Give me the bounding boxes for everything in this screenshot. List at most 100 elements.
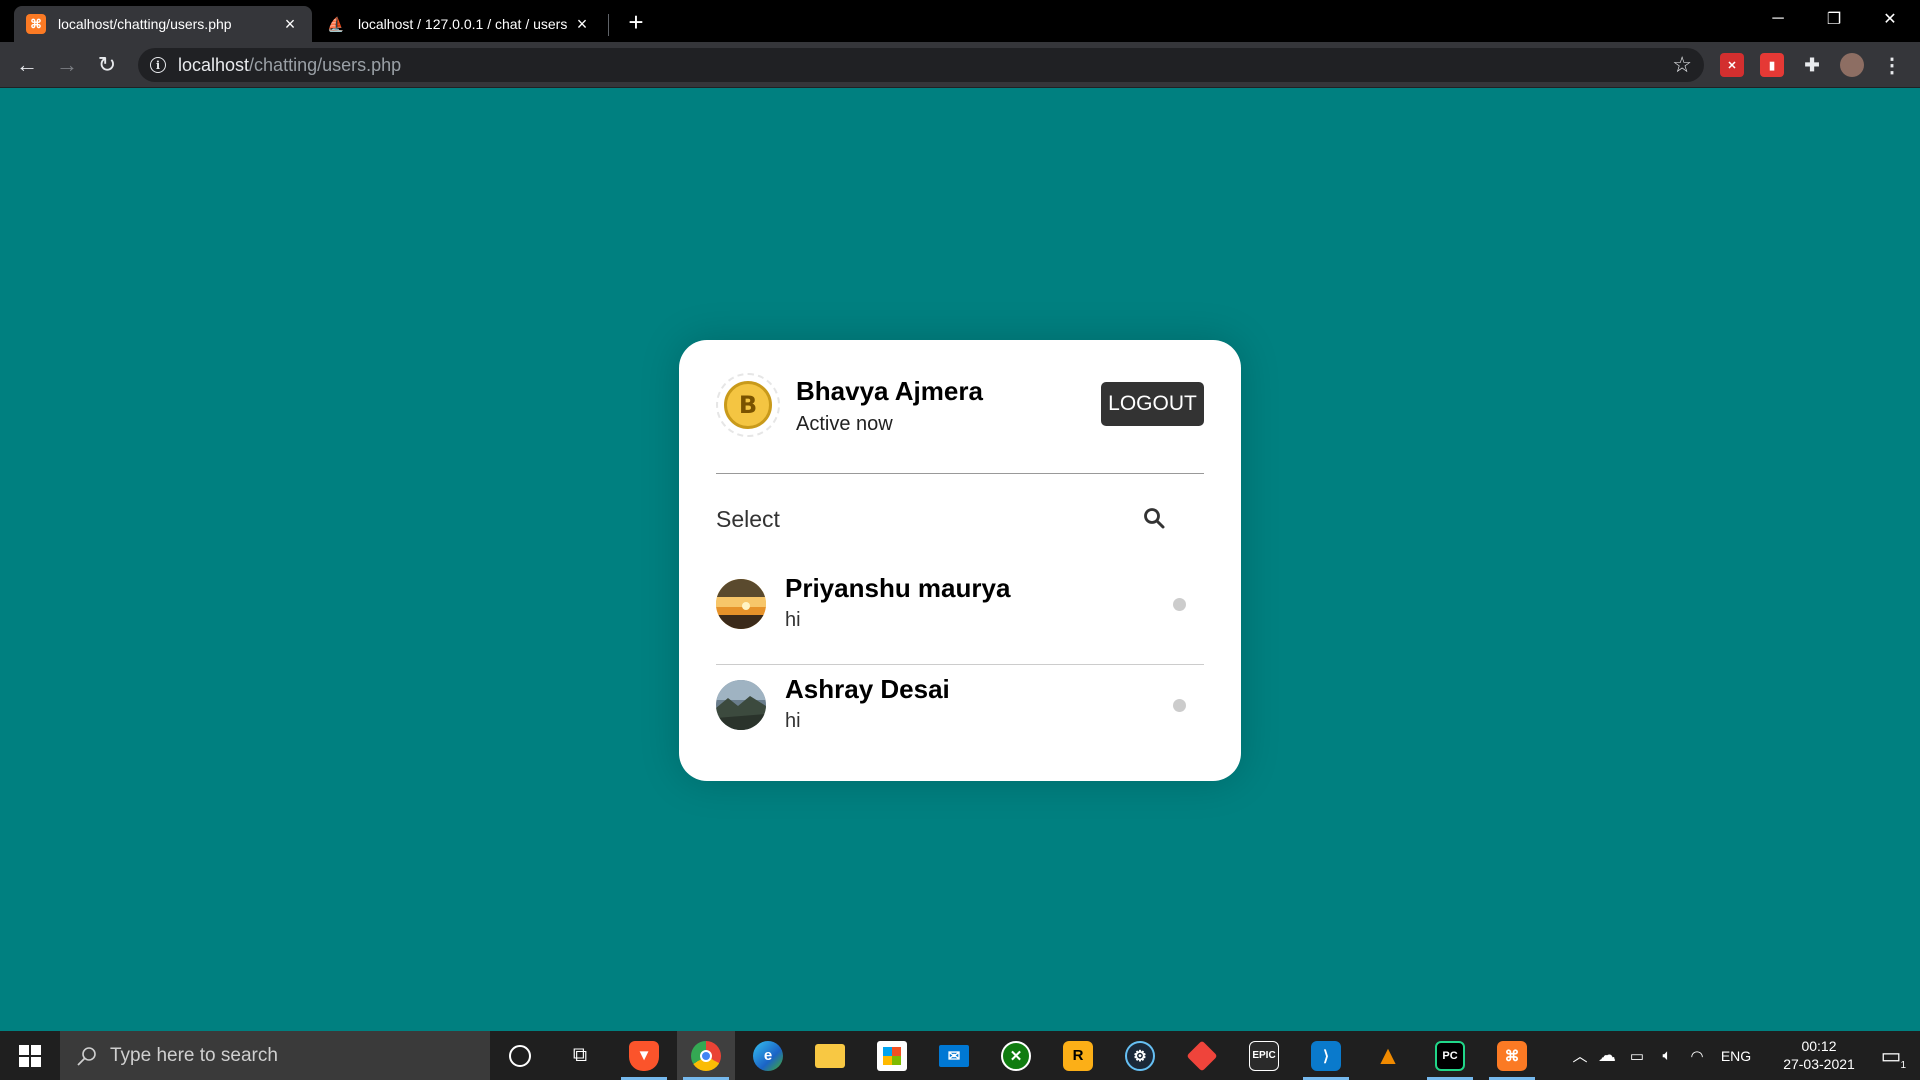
taskbar-anydesk[interactable] xyxy=(1173,1031,1231,1080)
offline-status-dot xyxy=(1173,699,1186,712)
landscape-avatar-image xyxy=(716,680,766,730)
avatar: B xyxy=(716,373,780,437)
current-user-header: B Bhavya Ajmera Active now LOGOUT xyxy=(716,373,1204,474)
current-user-status: Active now xyxy=(796,413,893,435)
taskbar-mail[interactable]: ✉ xyxy=(925,1031,983,1080)
more-menu-icon[interactable]: ⋮ xyxy=(1880,53,1904,77)
forward-button[interactable]: → xyxy=(52,50,82,80)
extensions-puzzle-icon[interactable]: ✚ xyxy=(1800,53,1824,77)
taskbar-rockstar[interactable]: R xyxy=(1049,1031,1107,1080)
mail-envelope-icon: ✉ xyxy=(939,1044,969,1067)
cortana-button[interactable] xyxy=(491,1031,549,1080)
close-tab-icon[interactable]: × xyxy=(572,14,592,34)
phpmyadmin-icon: ⛵ xyxy=(327,15,345,32)
taskbar-steam[interactable]: ⚙ xyxy=(1111,1031,1169,1080)
xbox-icon: ✕ xyxy=(1001,1040,1031,1071)
taskbar-vscode[interactable]: ⟩ xyxy=(1297,1031,1355,1080)
avatar xyxy=(716,579,766,629)
clock[interactable]: 00:12 27-03-2021 xyxy=(1774,1037,1864,1073)
task-view-icon: ⧉ xyxy=(572,1044,588,1066)
edge-icon: e xyxy=(753,1040,783,1071)
battery-icon[interactable]: ▭ xyxy=(1622,1047,1652,1065)
user-list-item[interactable]: Priyanshu maurya hi xyxy=(716,564,1204,665)
url-text: localhost/chatting/users.php xyxy=(178,55,401,76)
user-name: Priyanshu maurya xyxy=(785,573,1011,603)
xampp-icon: ⌘ xyxy=(1497,1040,1527,1071)
xampp-icon: ⌘ xyxy=(26,14,46,34)
restore-button[interactable]: ❐ xyxy=(1806,0,1862,38)
show-hidden-icons-chevron-icon[interactable]: ︿ xyxy=(1568,1045,1592,1066)
onedrive-cloud-icon[interactable]: ☁ xyxy=(1592,1045,1622,1066)
tab-chatting-users[interactable]: ⌘ localhost/chatting/users.php × xyxy=(14,6,312,42)
windows-taskbar: Type here to search ⧉ ▼ e ✉ ✕ R ⚙ EPIC ⟩… xyxy=(0,1031,1920,1080)
office-extension-icon[interactable]: ▮ xyxy=(1760,53,1784,77)
taskbar-epic-games[interactable]: EPIC xyxy=(1235,1031,1293,1080)
rockstar-icon: R xyxy=(1063,1040,1093,1071)
avatar xyxy=(716,680,766,730)
tab-phpmyadmin[interactable]: ⛵ localhost / 127.0.0.1 / chat / users |… xyxy=(314,6,604,42)
back-button[interactable]: ← xyxy=(12,50,42,80)
vscode-icon: ⟩ xyxy=(1311,1040,1341,1071)
taskbar-xampp[interactable]: ⌘ xyxy=(1483,1031,1541,1080)
users-list: Priyanshu maurya hi Ashray Desai hi xyxy=(716,564,1204,766)
task-view-button[interactable]: ⧉ xyxy=(551,1031,609,1080)
volume-icon[interactable]: 🔈︎ xyxy=(1652,1047,1682,1064)
taskbar-file-explorer[interactable] xyxy=(801,1031,859,1080)
tab-title: localhost / 127.0.0.1 / chat / users | p… xyxy=(358,16,572,32)
store-bag-icon xyxy=(877,1040,907,1071)
users-card: B Bhavya Ajmera Active now LOGOUT Select xyxy=(679,340,1241,781)
tab-separator xyxy=(608,14,609,36)
language-indicator[interactable]: ENG xyxy=(1712,1048,1760,1064)
sunset-avatar-image xyxy=(716,579,766,629)
address-bar[interactable]: i localhost/chatting/users.php ☆ xyxy=(138,48,1704,82)
close-window-button[interactable]: ✕ xyxy=(1862,0,1918,38)
epic-games-icon: EPIC xyxy=(1249,1040,1279,1071)
taskbar-vlc[interactable]: ▲ xyxy=(1359,1031,1417,1080)
steam-icon: ⚙ xyxy=(1125,1040,1155,1071)
search-bar: Select xyxy=(716,500,1204,540)
reload-button[interactable]: ↻ xyxy=(92,50,122,80)
search-icon[interactable] xyxy=(1142,506,1166,530)
system-tray: ︿ ☁ ▭ 🔈︎ ◠ ENG xyxy=(1568,1031,1760,1080)
vlc-cone-icon: ▲ xyxy=(1375,1040,1401,1070)
anydesk-diamond-icon xyxy=(1186,1039,1218,1072)
search-label: Select xyxy=(716,506,780,532)
start-button[interactable] xyxy=(0,1031,60,1080)
taskbar-brave[interactable]: ▼ xyxy=(615,1031,673,1080)
taskbar-xbox[interactable]: ✕ xyxy=(987,1031,1045,1080)
info-icon[interactable]: i xyxy=(150,57,166,73)
clock-time: 00:12 xyxy=(1801,1038,1837,1054)
browser-tab-strip: ⌘ localhost/chatting/users.php × ⛵ local… xyxy=(0,0,1920,42)
taskbar-search-box[interactable]: Type here to search xyxy=(60,1031,490,1080)
user-name: Ashray Desai xyxy=(785,674,950,704)
bitcoin-avatar-icon: B xyxy=(724,381,772,429)
new-tab-button[interactable]: + xyxy=(622,7,650,37)
brave-lion-icon: ▼ xyxy=(629,1040,659,1071)
browser-toolbar: ← → ↻ i localhost/chatting/users.php ☆ ✕… xyxy=(0,42,1920,88)
notification-count: 1 xyxy=(1900,1059,1906,1071)
bookmark-star-icon[interactable]: ☆ xyxy=(1672,52,1692,78)
clock-date: 27-03-2021 xyxy=(1783,1056,1855,1072)
close-tab-icon[interactable]: × xyxy=(280,14,300,34)
user-last-message: hi xyxy=(785,609,801,631)
url-path: /chatting/users.php xyxy=(249,55,402,75)
minimize-button[interactable]: ─ xyxy=(1750,0,1806,38)
notification-icon: ▭ 1 xyxy=(1880,1042,1906,1071)
search-placeholder: Type here to search xyxy=(110,1044,278,1066)
wifi-icon[interactable]: ◠ xyxy=(1682,1047,1712,1065)
taskbar-store[interactable] xyxy=(863,1031,921,1080)
tab-title: localhost/chatting/users.php xyxy=(58,16,232,32)
user-last-message: hi xyxy=(785,710,801,732)
current-user-name: Bhavya Ajmera xyxy=(796,376,983,406)
cortana-circle-icon xyxy=(509,1044,531,1067)
chrome-icon xyxy=(691,1040,721,1071)
taskbar-edge[interactable]: e xyxy=(739,1031,797,1080)
offline-status-dot xyxy=(1173,598,1186,611)
user-list-item[interactable]: Ashray Desai hi xyxy=(716,665,1204,766)
taskbar-chrome[interactable] xyxy=(677,1031,735,1080)
profile-avatar-icon[interactable] xyxy=(1840,53,1864,77)
action-center-button[interactable]: ▭ 1 xyxy=(1862,1031,1920,1080)
logout-button[interactable]: LOGOUT xyxy=(1101,382,1204,426)
taskbar-pycharm[interactable]: PC xyxy=(1421,1031,1479,1080)
extension-icon[interactable]: ✕ xyxy=(1720,53,1744,77)
